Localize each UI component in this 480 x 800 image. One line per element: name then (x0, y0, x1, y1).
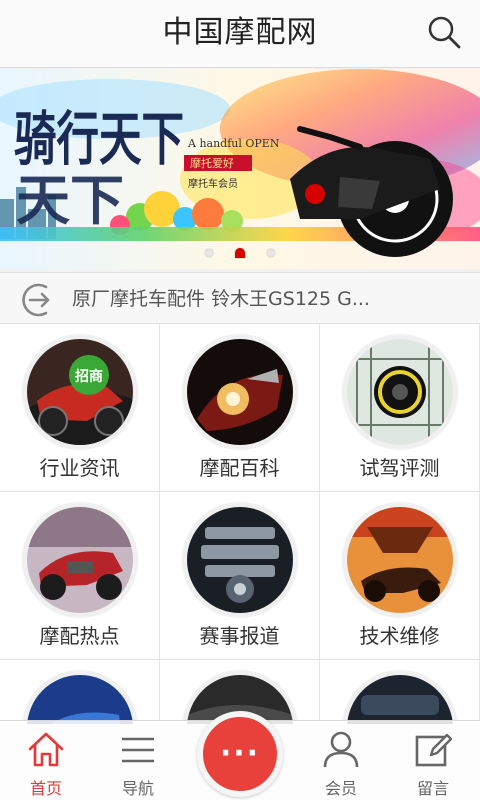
tab-label: 会员 (324, 779, 357, 798)
more-button[interactable]: ··· (197, 711, 283, 797)
news-ticker[interactable]: 原厂摩托车配件 铃木王GS125 G... (0, 272, 480, 324)
category-grid: 招商 行业资讯 摩配百科 试驾评测 摩配热点 赛事报道 技术维修 (0, 324, 480, 724)
grid-item-label: 摩配百科 (199, 456, 280, 480)
grid-item-test-drive[interactable]: 试驾评测 (320, 324, 480, 492)
top-bar: 中国摩配网 (0, 0, 480, 68)
user-icon (323, 731, 359, 768)
grid-item-race-reports[interactable]: 赛事报道 (160, 492, 320, 660)
thumbnail (22, 670, 138, 724)
carousel-dot[interactable] (267, 249, 275, 257)
grid-item-row3-col3[interactable] (320, 660, 480, 724)
tab-label: 导航 (121, 779, 154, 798)
tab-label: 首页 (29, 779, 62, 798)
ticker-text[interactable]: 原厂摩托车配件 铃木王GS125 G... (72, 273, 402, 325)
grid-item-label: 试驾评测 (359, 456, 440, 480)
grid-item-hot-topics[interactable]: 摩配热点 (0, 492, 160, 660)
banner-tag-member: 摩托车会员 (188, 177, 238, 190)
grid-item-tech-repair[interactable]: 技术维修 (320, 492, 480, 660)
thumbnail (342, 670, 458, 724)
thumbnail (342, 334, 458, 450)
thumbnail (182, 334, 298, 450)
arrow-right-circle-icon (22, 283, 50, 317)
banner-tagline-en: A handful OPEN (187, 137, 280, 150)
banner-tag-red: 摩托爱好 (190, 156, 234, 170)
badge-text: 招商 (75, 368, 103, 385)
bottom-tab-bar: 首页 导航 ··· 会员 留言 (0, 711, 480, 800)
home-icon (28, 732, 64, 767)
thumbnail (182, 502, 298, 618)
grid-item-label: 行业资讯 (39, 456, 120, 480)
carousel-dot-active[interactable] (235, 248, 245, 258)
grid-item-row3-col1[interactable] (0, 660, 160, 724)
carousel-indicator (0, 247, 480, 259)
app-screen: 中国摩配网 骑行天下 天下 A handful OPEN 摩托爱好 摩托车会员 … (0, 0, 480, 800)
thumbnail (22, 502, 138, 618)
thumbnail (342, 502, 458, 618)
app-title: 中国摩配网 (162, 15, 318, 50)
more-dots-icon: ··· (219, 736, 261, 771)
thumbnail: 招商 (22, 334, 138, 450)
tab-navigation[interactable]: 导航 (98, 721, 178, 800)
carousel-dot[interactable] (205, 249, 213, 257)
search-icon[interactable] (426, 14, 462, 50)
grid-item-label: 技术维修 (359, 624, 440, 648)
promo-banner[interactable]: 骑行天下 天下 A handful OPEN 摩托爱好 摩托车会员 (0, 69, 480, 269)
grid-item-parts-encyclopedia[interactable]: 摩配百科 (160, 324, 320, 492)
grid-item-industry-news[interactable]: 招商 行业资讯 (0, 324, 160, 492)
tab-home[interactable]: 首页 (6, 721, 86, 800)
banner-big-text: 骑行天下 (14, 105, 184, 173)
grid-item-label: 赛事报道 (199, 624, 280, 648)
tab-member[interactable]: 会员 (301, 721, 381, 800)
tab-message[interactable]: 留言 (393, 721, 473, 800)
edit-icon (415, 733, 453, 767)
tab-label: 留言 (416, 779, 449, 798)
svg-text:天下: 天下 (16, 169, 124, 232)
grid-item-label: 摩配热点 (39, 624, 120, 648)
menu-icon (122, 737, 154, 763)
